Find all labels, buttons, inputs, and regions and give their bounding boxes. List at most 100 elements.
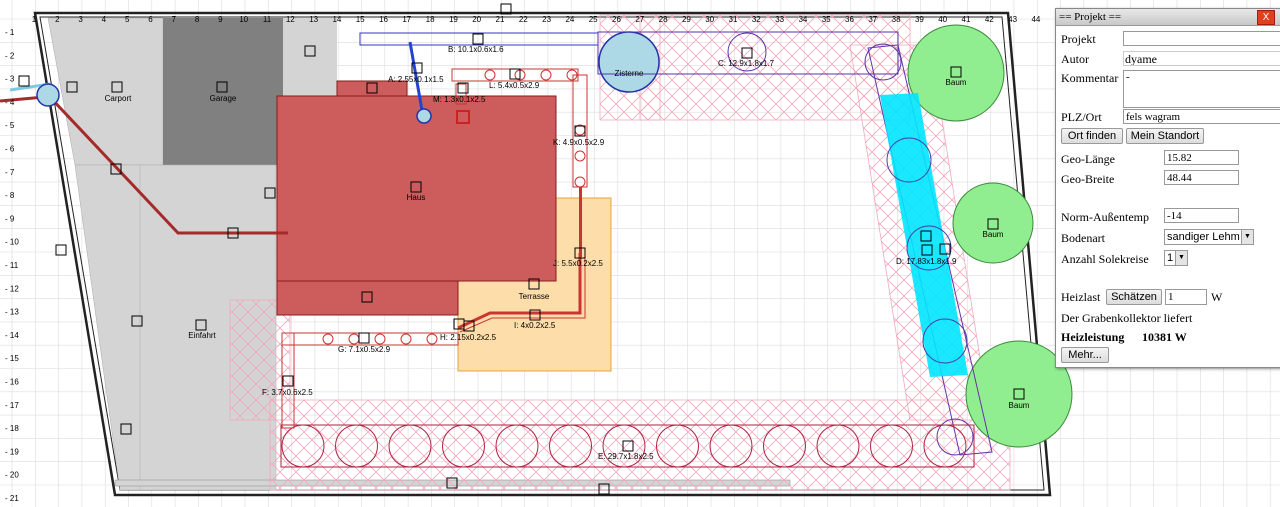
projekt-input[interactable] — [1123, 31, 1280, 46]
kommentar-textarea[interactable]: - — [1123, 70, 1280, 108]
ruler-top-tick: 35 — [822, 15, 831, 24]
ruler-left-tick: - 16 — [5, 378, 19, 387]
label-collector-g: G: 7.1x0.5x2.9 — [338, 345, 391, 354]
bodenart-value: sandiger Lehm — [1167, 231, 1240, 243]
ruler-left-tick: - 4 — [5, 98, 15, 107]
geo-laenge-label: Geo-Länge — [1061, 152, 1115, 166]
ruler-top-tick: 25 — [589, 15, 598, 24]
norm-input[interactable]: -14 — [1164, 208, 1239, 223]
geo-laenge-input[interactable]: 15.82 — [1164, 150, 1239, 165]
ruler-left-tick: - 7 — [5, 168, 15, 177]
ruler-top-tick: 37 — [868, 15, 877, 24]
carport-area — [47, 17, 164, 166]
ruler-top-tick: 28 — [659, 15, 668, 24]
ruler-top-tick: 24 — [565, 15, 574, 24]
heizleistung-value: 10381 W — [1142, 330, 1187, 344]
label-collector-b: B: 10.1x0.6x1.6 — [448, 45, 504, 54]
ruler-left-tick: - 19 — [5, 447, 19, 456]
autor-label: Autor — [1061, 52, 1089, 66]
ruler-left-tick: - 12 — [5, 284, 19, 293]
ruler-top-tick: 32 — [752, 15, 761, 24]
ruler-top-tick: 2 — [55, 15, 60, 24]
label-carport: Carport — [105, 94, 132, 103]
ruler-left-tick: - 13 — [5, 308, 19, 317]
ruler-top-tick: 11 — [263, 15, 272, 24]
ruler-top-tick: 30 — [705, 15, 714, 24]
autor-input[interactable] — [1123, 51, 1280, 66]
ruler-left-tick: - 3 — [5, 75, 15, 84]
plz-label: PLZ/Ort — [1061, 110, 1102, 124]
label-collector-d: D: 17.83x1.8x1.9 — [896, 257, 957, 266]
ruler-left-tick: - 14 — [5, 331, 19, 340]
label-collector-f: F: 3.7x0.6x2.5 — [262, 388, 313, 397]
ruler-left-tick: - 20 — [5, 471, 19, 480]
ruler-top-tick: 22 — [519, 15, 528, 24]
kommentar-label: Kommentar — [1061, 71, 1119, 85]
heizleistung-label: Heizleistung — [1061, 330, 1125, 344]
panel-titlebar[interactable]: == Projekt == X — [1056, 9, 1280, 26]
ruler-top-tick: 10 — [239, 15, 248, 24]
label-haus: Haus — [407, 193, 426, 202]
label-collector-e: E: 29.7x1.8x2.5 — [598, 452, 654, 461]
ruler-left-tick: - 21 — [5, 494, 19, 503]
solekreise-label: Anzahl Solekreise — [1061, 252, 1149, 266]
ruler-top-tick: 27 — [635, 15, 644, 24]
ruler-top-tick: 19 — [449, 15, 458, 24]
label-garage: Garage — [210, 94, 237, 103]
ruler-left-tick: - 6 — [5, 145, 15, 154]
label-terrasse: Terrasse — [519, 292, 550, 301]
ruler-top-tick: 5 — [125, 15, 130, 24]
ruler-top-tick: 34 — [798, 15, 807, 24]
plz-input[interactable]: fels wagram — [1123, 109, 1280, 124]
label-baum-3: Baum — [1009, 401, 1030, 410]
house-connection[interactable] — [36, 83, 60, 107]
bodenart-select[interactable]: sandiger Lehm ▼ — [1164, 229, 1254, 245]
ruler-top-tick: 31 — [729, 15, 738, 24]
tree-2 — [952, 182, 1034, 264]
ruler-top-tick: 15 — [356, 15, 365, 24]
ruler-top-tick: 7 — [172, 15, 177, 24]
heizlast-label: Heizlast — [1061, 290, 1101, 304]
ruler-top-tick: 12 — [286, 15, 295, 24]
ruler-top-tick: 36 — [845, 15, 854, 24]
project-panel[interactable]: == Projekt == X Projekt Autor dyame Komm… — [1055, 8, 1280, 368]
chevron-down-icon: ▼ — [1175, 251, 1187, 265]
ruler-top-tick: 9 — [218, 15, 223, 24]
heizlast-input[interactable]: 1 — [1165, 289, 1207, 305]
mehr-button[interactable]: Mehr... — [1061, 347, 1109, 363]
ruler-top-tick: 29 — [682, 15, 691, 24]
ruler-left-tick: - 18 — [5, 424, 19, 433]
geo-breite-label: Geo-Breite — [1061, 172, 1115, 186]
zisterne — [598, 31, 660, 93]
label-collector-c: C: 12.9x1.8x1.7 — [718, 59, 775, 68]
ruler-top-tick: 41 — [962, 15, 971, 24]
solekreise-select[interactable]: 1 ▼ — [1164, 250, 1188, 266]
ruler-top-tick: 8 — [195, 15, 200, 24]
ruler-top-tick: 6 — [148, 15, 153, 24]
ruler-top-tick: 23 — [542, 15, 551, 24]
mein-standort-button[interactable]: Mein Standort — [1126, 128, 1204, 144]
schaetzen-button[interactable]: Schätzen — [1106, 289, 1162, 305]
ort-finden-button[interactable]: Ort finden — [1061, 128, 1123, 144]
ruler-top-tick: 39 — [915, 15, 924, 24]
ruler-top-tick: 3 — [78, 15, 83, 24]
panel-title: == Projekt == — [1059, 11, 1122, 23]
label-zisterne: Zisterne — [615, 69, 644, 78]
close-button[interactable]: X — [1257, 10, 1275, 25]
label-einfahrt: Einfahrt — [188, 331, 216, 340]
haus-area — [276, 95, 557, 282]
ruler-left-tick: - 17 — [5, 401, 19, 410]
label-collector-k: K: 4.9x0.5x2.9 — [553, 138, 605, 147]
collector-b[interactable] — [359, 32, 599, 46]
ruler-top-tick: 44 — [1031, 15, 1040, 24]
geo-breite-input[interactable]: 48.44 — [1164, 170, 1239, 185]
ruler-top-tick: 4 — [102, 15, 107, 24]
ruler-left-tick: - 5 — [5, 121, 15, 130]
graben-text: Der Grabenkollektor liefert — [1061, 311, 1193, 325]
ruler-top-tick: 33 — [775, 15, 784, 24]
ruler-top-tick: 13 — [309, 15, 318, 24]
label-collector-h: H: 2.15x0.2x2.5 — [440, 333, 497, 342]
projekt-label: Projekt — [1061, 32, 1096, 46]
ruler-left-tick: - 11 — [5, 261, 19, 270]
norm-label: Norm-Außentemp — [1061, 210, 1149, 224]
